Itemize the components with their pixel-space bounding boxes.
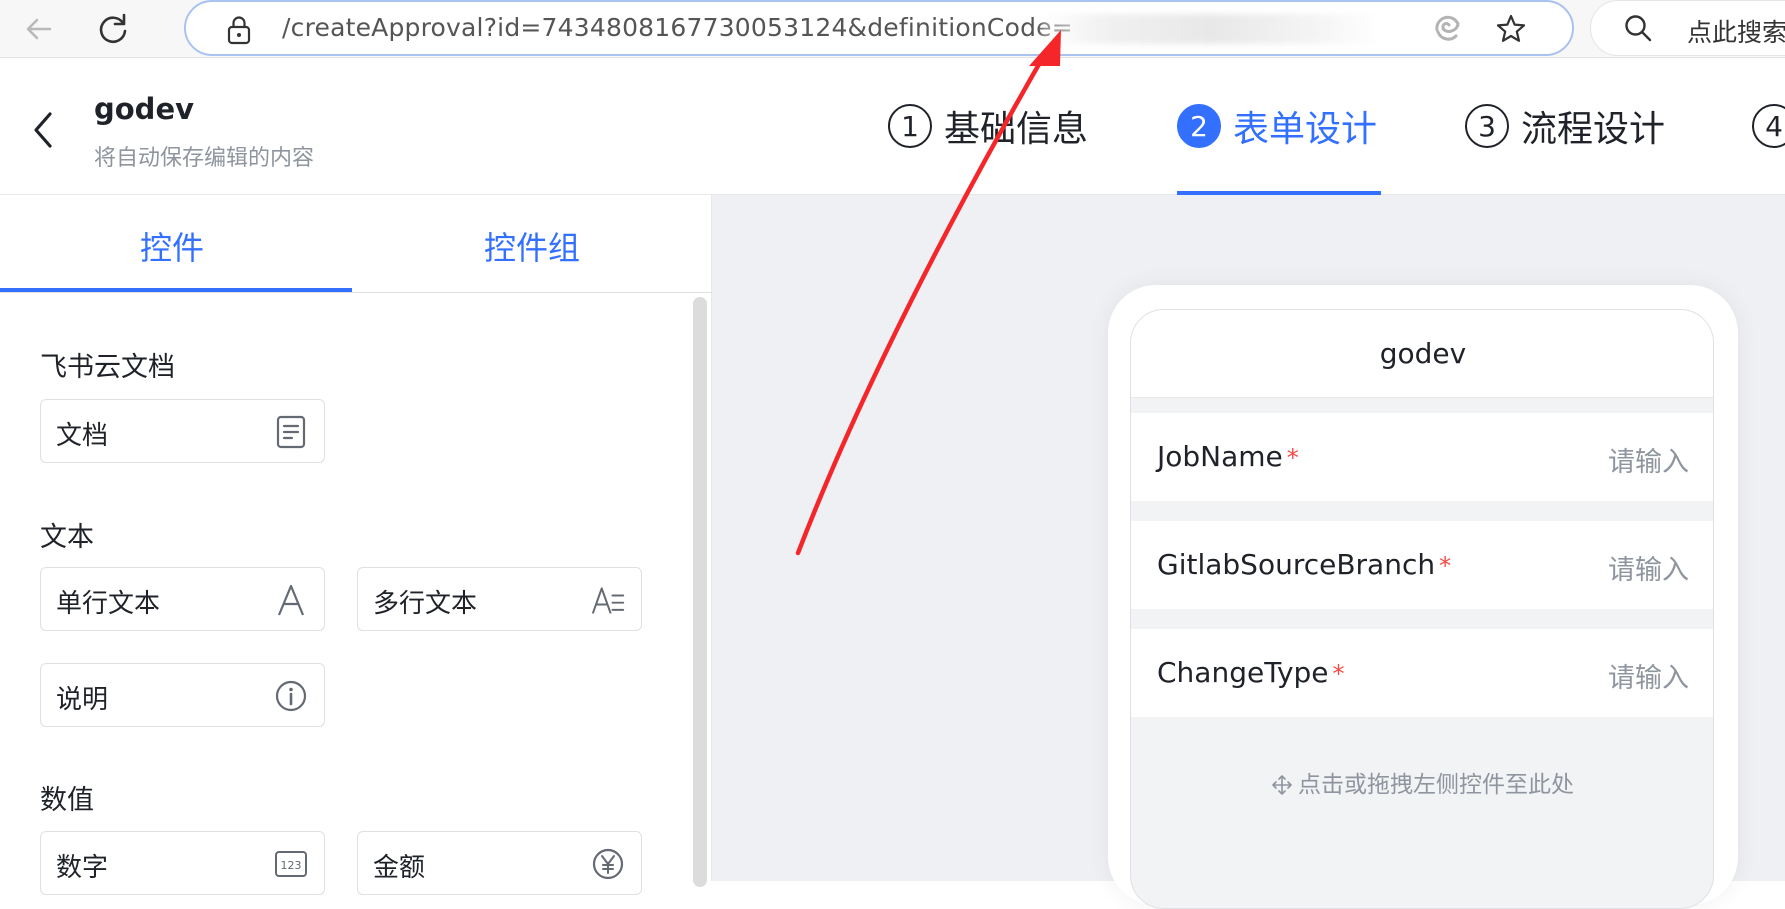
step-basic-info[interactable]: 1 基础信息 (888, 96, 1088, 156)
reload-icon (99, 13, 127, 44)
widget-label: 单行文本 (56, 589, 161, 619)
active-tab-indicator (0, 288, 352, 292)
required-mark: * (1286, 444, 1299, 472)
widget-label: 说明 (56, 685, 109, 715)
field-placeholder: 请输入 (1608, 663, 1689, 694)
form-title: godev (1131, 310, 1713, 398)
app-header: godev 将自动保存编辑的内容 1 基础信息 2 表单设计 3 流程设计 4 (0, 58, 1785, 195)
redacted-url-part (1041, 14, 1381, 44)
browser-reload-button[interactable] (90, 6, 136, 52)
section-title-text: 文本 (40, 522, 94, 553)
move-icon (1272, 775, 1292, 795)
widget-panel: 控件 控件组 飞书云文档 文档 文本 单行文本 多行文本 说明 数值 数字 12… (0, 195, 712, 895)
form-field-jobname[interactable]: JobName * 请输入 (1131, 413, 1713, 501)
browser-back-button[interactable] (16, 6, 62, 52)
widget-label: 金额 (373, 853, 426, 883)
back-button[interactable] (28, 110, 60, 154)
field-placeholder: 请输入 (1608, 447, 1689, 478)
widget-amount[interactable]: 金额 (357, 831, 642, 895)
browser-search-box[interactable]: 点此搜索 (1590, 0, 1785, 56)
step-form-design[interactable]: 2 表单设计 (1177, 96, 1377, 156)
edge-browser-icon[interactable] (1431, 12, 1463, 48)
section-title-numeric: 数值 (40, 785, 94, 816)
browser-toolbar: /createApproval?id=7434808167730053124&d… (0, 0, 1785, 58)
step-number: 4 (1752, 104, 1785, 148)
widget-panel-scrollbar[interactable] (693, 297, 707, 887)
field-label: ChangeType * (1157, 656, 1345, 689)
search-icon (1623, 13, 1653, 47)
svg-text:123: 123 (281, 859, 302, 872)
step-process-design[interactable]: 3 流程设计 (1465, 96, 1665, 156)
url-text[interactable]: /createApproval?id=7434808167730053124&d… (282, 13, 1073, 42)
required-mark: * (1439, 552, 1452, 580)
widget-single-line-text[interactable]: 单行文本 (40, 567, 325, 631)
step-number: 2 (1177, 104, 1221, 148)
number-123-icon: 123 (274, 847, 308, 881)
form-field-change-type[interactable]: ChangeType * 请输入 (1131, 629, 1713, 717)
form-preview: godev JobName * 请输入 GitlabSourceBranch * 请… (1130, 309, 1714, 909)
step-number: 3 (1465, 104, 1509, 148)
widget-label: 数字 (56, 853, 109, 883)
page-title: godev (94, 92, 195, 126)
widget-label: 多行文本 (373, 589, 478, 619)
single-line-text-icon (274, 583, 308, 617)
arrow-left-icon (26, 18, 52, 40)
step-label: 基础信息 (944, 109, 1089, 150)
info-icon (274, 679, 308, 713)
multi-line-text-icon (591, 583, 625, 617)
widget-multi-line-text[interactable]: 多行文本 (357, 567, 642, 631)
document-icon (274, 415, 308, 449)
form-field-gitlab-source-branch[interactable]: GitlabSourceBranch * 请输入 (1131, 521, 1713, 609)
drop-zone-hint[interactable]: 点击或拖拽左侧控件至此处 (1131, 765, 1713, 799)
widget-description[interactable]: 说明 (40, 663, 325, 727)
step-number: 1 (888, 104, 932, 148)
widget-number[interactable]: 数字 123 (40, 831, 325, 895)
yuan-icon (591, 847, 625, 881)
tab-widgets[interactable]: 控件 (140, 223, 204, 269)
tab-widget-groups[interactable]: 控件组 (484, 223, 580, 269)
step-label: 流程设计 (1521, 109, 1666, 150)
required-mark: * (1332, 660, 1345, 688)
chevron-left-icon (34, 112, 52, 148)
field-placeholder: 请输入 (1608, 555, 1689, 586)
address-bar[interactable]: /createApproval?id=7434808167730053124&d… (184, 0, 1574, 56)
field-label: JobName * (1157, 440, 1299, 473)
field-label: GitlabSourceBranch * (1157, 548, 1452, 581)
section-title-cloud-docs: 飞书云文档 (40, 352, 175, 383)
step-label: 表单设计 (1233, 109, 1378, 150)
step-four[interactable]: 4 (1752, 96, 1785, 156)
autosave-subtitle: 将自动保存编辑的内容 (94, 146, 315, 171)
form-canvas: godev JobName * 请输入 GitlabSourceBranch * 请… (712, 195, 1785, 909)
favorite-star-icon[interactable] (1494, 12, 1528, 50)
widget-label: 文档 (56, 421, 109, 451)
widget-tabs: 控件 控件组 (0, 195, 712, 293)
search-placeholder: 点此搜索 (1687, 18, 1785, 47)
lock-icon[interactable] (224, 14, 254, 50)
widget-document[interactable]: 文档 (40, 399, 325, 463)
phone-frame: godev JobName * 请输入 GitlabSourceBranch * 请… (1108, 285, 1738, 909)
